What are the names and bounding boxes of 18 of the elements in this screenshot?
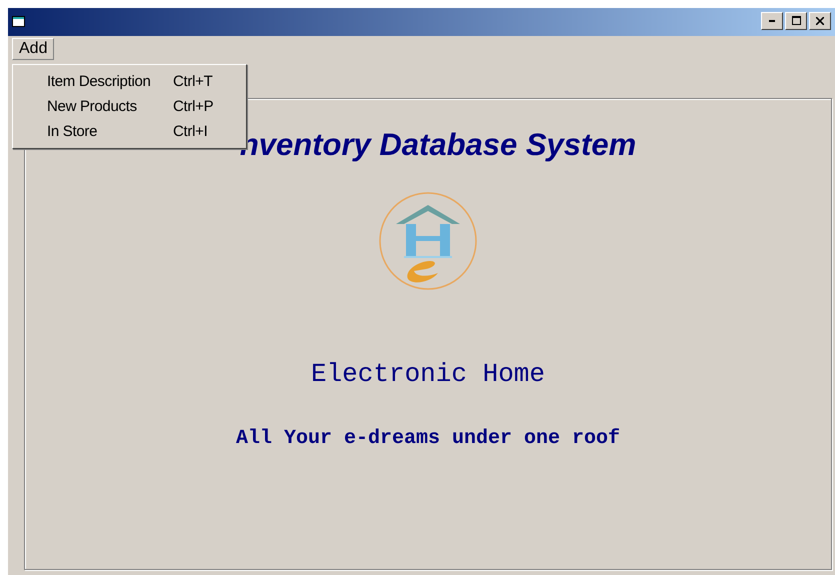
shortcut-label: Ctrl+T — [173, 73, 212, 90]
shortcut-label: Ctrl+P — [173, 98, 214, 115]
window-icon — [12, 16, 26, 28]
maximize-icon — [792, 16, 800, 25]
app-heading: Electronic Home — [310, 359, 546, 389]
shortcut-label: Ctrl+I — [173, 123, 208, 140]
tagline: All Your e-dreams under one roof — [236, 427, 620, 450]
app-title: nventory Database System — [240, 127, 636, 163]
menu-option[interactable]: New Products — [47, 98, 173, 115]
house-logo-icon — [378, 191, 478, 291]
menu-option[interactable]: In Store — [47, 123, 173, 140]
minimize-button[interactable] — [761, 12, 783, 30]
menu-item[interactable]: Add — [12, 38, 54, 60]
menu-option[interactable]: Item Description — [47, 73, 173, 90]
close-button[interactable] — [809, 12, 831, 30]
close-icon — [816, 16, 824, 24]
maximize-button[interactable] — [785, 12, 807, 30]
minimize-icon — [769, 20, 775, 22]
